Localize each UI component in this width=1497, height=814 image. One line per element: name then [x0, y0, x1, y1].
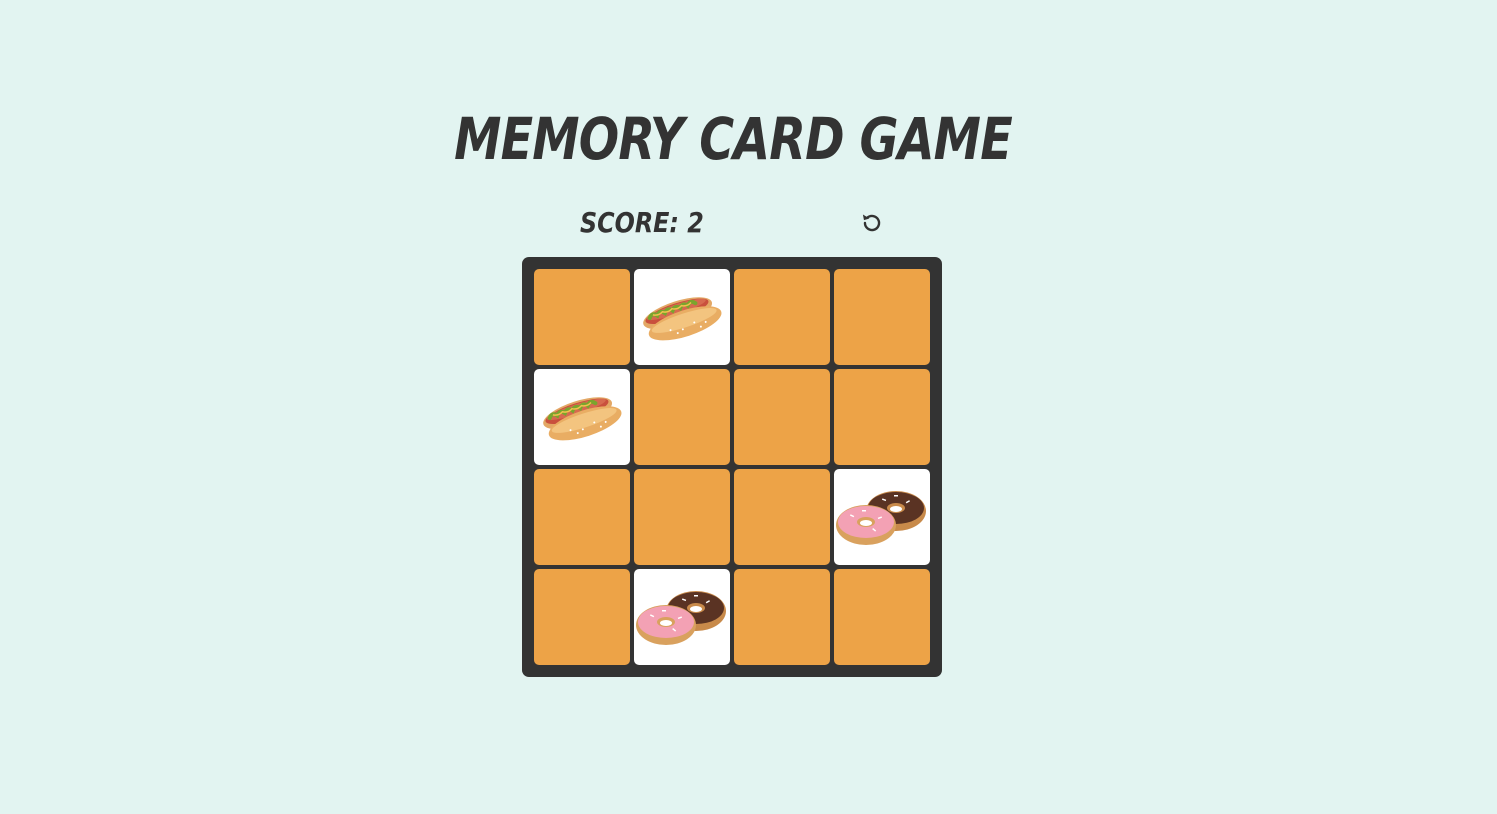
game-title: MEMORY CARD GAME [454, 105, 1013, 173]
card-hidden[interactable] [634, 369, 730, 465]
card-hidden[interactable] [734, 269, 830, 365]
card-hidden[interactable] [734, 369, 830, 465]
donuts-icon [636, 591, 726, 645]
card-revealed[interactable] [834, 469, 930, 565]
score-display: SCORE: 2 [580, 206, 704, 239]
card-revealed[interactable] [634, 269, 730, 365]
reset-icon [862, 214, 881, 232]
card-hidden[interactable] [834, 269, 930, 365]
card-hidden[interactable] [534, 569, 630, 665]
donuts-icon [836, 491, 926, 545]
hotdog-icon [643, 297, 722, 341]
card-hidden[interactable] [534, 269, 630, 365]
card-revealed[interactable] [634, 569, 730, 665]
card-hidden[interactable] [834, 569, 930, 665]
card-board [522, 257, 942, 677]
card-hidden[interactable] [834, 369, 930, 465]
card-hidden[interactable] [534, 469, 630, 565]
card-hidden[interactable] [734, 469, 830, 565]
hotdog-icon [543, 397, 622, 441]
reset-button[interactable] [857, 208, 887, 238]
card-hidden[interactable] [734, 569, 830, 665]
card-revealed[interactable] [534, 369, 630, 465]
card-hidden[interactable] [634, 469, 730, 565]
